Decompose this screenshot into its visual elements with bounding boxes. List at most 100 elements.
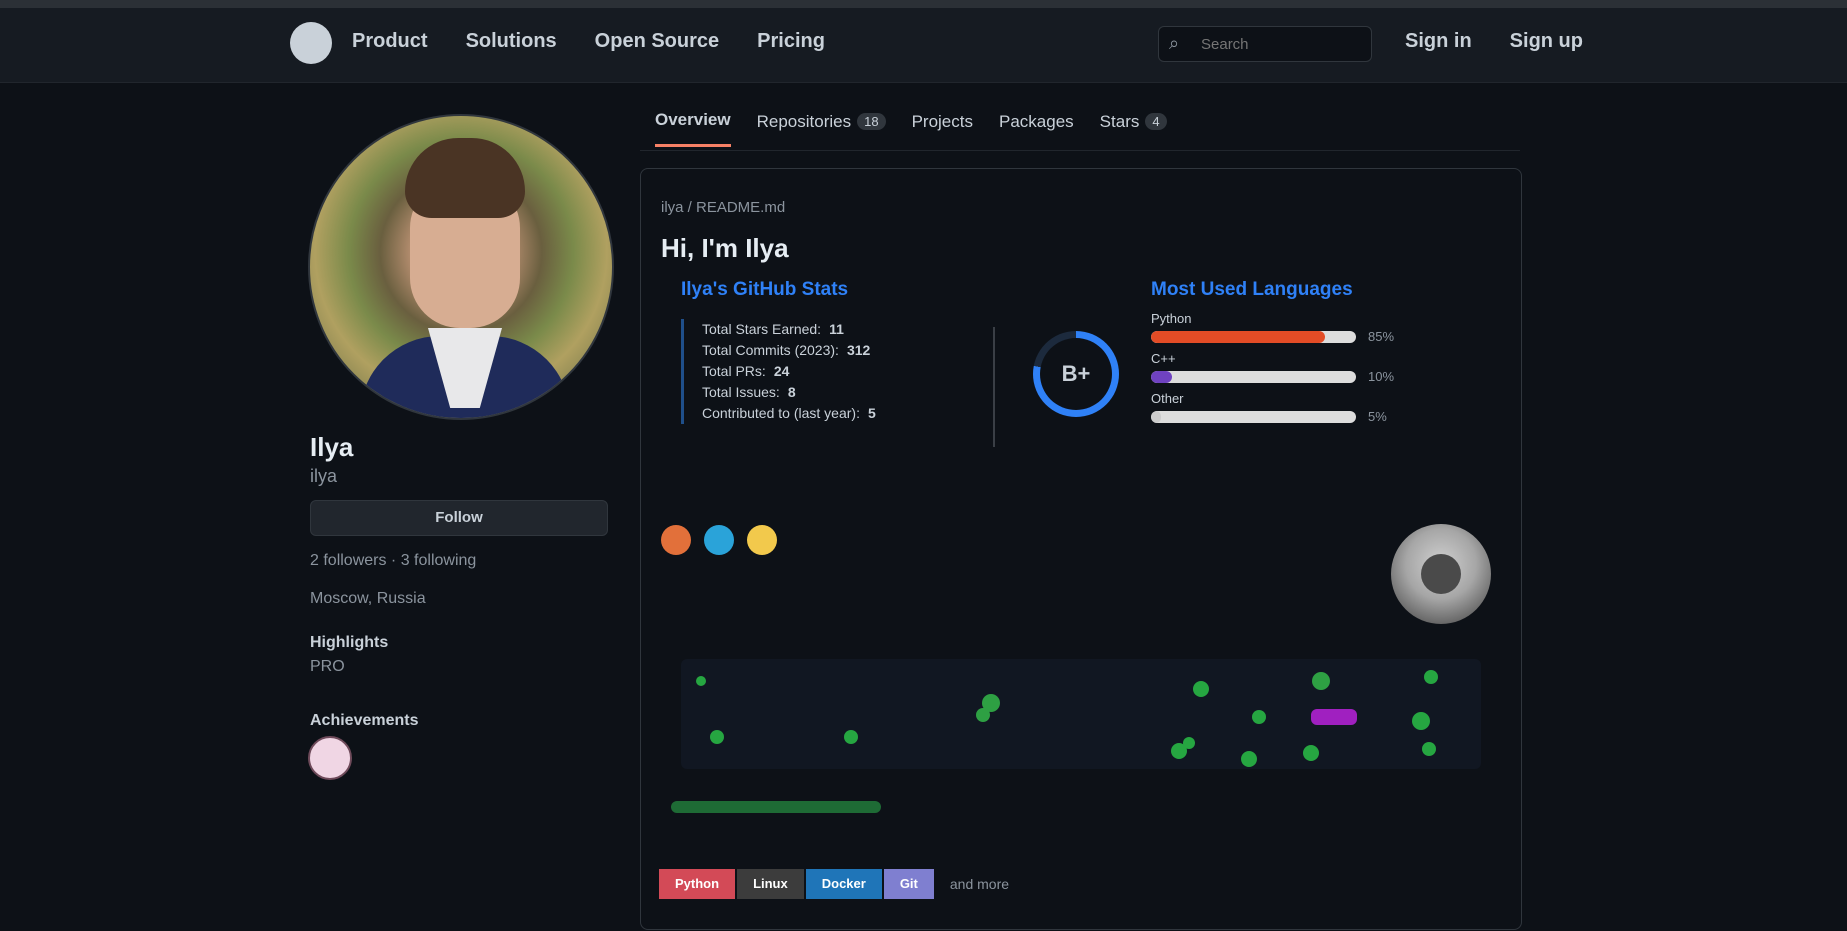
lang-fill xyxy=(1151,330,1326,343)
rank-ring: B+ xyxy=(1033,331,1119,417)
octocat-icon xyxy=(1391,524,1491,624)
skills-more: and more xyxy=(949,876,1010,892)
profile-tabs: Overview Repositories 18 Projects Packag… xyxy=(655,110,1167,147)
nav-pricing[interactable]: Pricing xyxy=(757,30,825,53)
window-top-strip xyxy=(0,0,1847,8)
achievement-badge-icon[interactable] xyxy=(308,736,352,780)
stats-row: Total Commits (2023): 312 xyxy=(702,340,876,361)
nav-product[interactable]: Product xyxy=(352,30,428,53)
contribution-dot xyxy=(696,676,706,686)
stats-value: 11 xyxy=(829,321,844,337)
lang-track xyxy=(1151,330,1356,343)
telegram-icon[interactable] xyxy=(704,525,734,555)
octocat-center xyxy=(1421,554,1461,594)
contribution-dot xyxy=(1303,745,1319,761)
stats-title: Ilya's GitHub Stats xyxy=(681,279,849,300)
tab-repositories-count: 18 xyxy=(857,113,886,130)
contribution-dot xyxy=(1312,672,1330,690)
lang-name: Python xyxy=(1151,311,1192,326)
profile-login: ilya xyxy=(310,466,338,486)
sign-up-link[interactable]: Sign up xyxy=(1510,30,1583,53)
tab-projects-label: Projects xyxy=(911,111,973,131)
lang-name: Other xyxy=(1151,391,1184,406)
tab-stars-label: Stars xyxy=(1099,111,1140,131)
search-input[interactable] xyxy=(1199,31,1363,57)
stats-label: Total Stars Earned: xyxy=(702,321,822,337)
github-logo-icon[interactable] xyxy=(290,22,332,64)
contribution-dot xyxy=(976,708,990,722)
contribution-dot xyxy=(1252,710,1266,724)
contribution-progress-bar xyxy=(671,801,881,813)
stats-list: Total Stars Earned: 11 Total Commits (202… xyxy=(681,319,876,424)
lang-row: 5% xyxy=(1151,409,1387,424)
followers-info[interactable]: 2 followers · 3 following xyxy=(310,552,476,570)
stats-value: 5 xyxy=(867,405,876,421)
tab-overview[interactable]: Overview xyxy=(655,110,731,147)
snake-segment xyxy=(1311,709,1357,725)
nav-open-source[interactable]: Open Source xyxy=(595,30,719,53)
contribution-dot xyxy=(1424,670,1438,684)
stats-row: Total Issues: 8 xyxy=(702,382,876,403)
lang-track xyxy=(1151,410,1356,423)
skill-badge: Python xyxy=(659,869,736,899)
tab-repositories-label: Repositories xyxy=(756,111,852,131)
gitlab-icon[interactable] xyxy=(661,525,691,555)
follow-button[interactable]: Follow xyxy=(310,500,608,536)
nav-solutions[interactable]: Solutions xyxy=(466,30,557,53)
highlights-title: Highlights xyxy=(310,634,389,651)
tab-overview-label: Overview xyxy=(655,110,731,129)
skill-badge: Git xyxy=(883,869,934,899)
readme-heading: Hi, I'm Ilya xyxy=(661,233,789,263)
lang-percent: 10% xyxy=(1368,369,1395,384)
tab-stars[interactable]: Stars 4 xyxy=(1100,110,1167,147)
lang-fill xyxy=(1151,410,1162,423)
github-stats-card: Ilya's GitHub Stats Total Stars Earned: 1… xyxy=(681,279,1121,479)
tab-packages[interactable]: Packages xyxy=(999,110,1074,147)
stats-value: 8 xyxy=(787,384,796,400)
lang-fill xyxy=(1151,370,1172,383)
avatar-hair xyxy=(405,138,525,218)
skill-badge: Docker xyxy=(805,869,882,899)
contribution-dot xyxy=(1422,742,1436,756)
top-navigation-bar: Product Solutions Open Source Pricing ⌕ … xyxy=(0,0,1847,83)
highlight-item: PRO xyxy=(310,658,345,675)
profile-name: Ilya xyxy=(310,432,354,462)
tab-projects[interactable]: Projects xyxy=(912,110,973,147)
search-icon: ⌕ xyxy=(1169,33,1180,53)
sign-in-link[interactable]: Sign in xyxy=(1405,30,1472,53)
languages-card: Most Used Languages Python 85% C++ 10% O… xyxy=(1151,279,1451,479)
readme-path[interactable]: ilya / README.md xyxy=(661,199,785,216)
contribution-dot xyxy=(710,730,724,744)
contribution-snake-graph xyxy=(681,659,1481,769)
skill-badge: Linux xyxy=(737,869,804,899)
rank-label: B+ xyxy=(1040,338,1112,410)
stats-label: Total Commits (2023): xyxy=(702,342,839,358)
tab-packages-label: Packages xyxy=(999,111,1074,131)
stats-row: Total PRs: 24 xyxy=(702,361,876,382)
stats-value: 312 xyxy=(846,342,871,358)
lang-row: 85% xyxy=(1151,329,1394,344)
contribution-dots xyxy=(696,670,1438,767)
search-box[interactable]: ⌕ xyxy=(1158,26,1372,62)
lang-name: C++ xyxy=(1151,351,1176,366)
stats-value: 24 xyxy=(773,363,790,379)
yandex-icon[interactable] xyxy=(747,525,777,555)
stats-label: Contributed to (last year): xyxy=(702,405,860,421)
skills-badges: Python Linux Docker Git and more xyxy=(659,869,1009,899)
contribution-dot xyxy=(1193,681,1209,697)
lang-track xyxy=(1151,370,1356,383)
lang-percent: 5% xyxy=(1368,409,1387,424)
profile-avatar[interactable] xyxy=(308,114,614,420)
tab-stars-count: 4 xyxy=(1145,113,1167,130)
contribution-graph-svg xyxy=(696,670,1438,767)
languages-title: Most Used Languages xyxy=(1151,279,1353,300)
contribution-dot xyxy=(1241,751,1257,767)
readme-card: ilya / README.md Hi, I'm Ilya Ilya's Git… xyxy=(640,168,1522,930)
lang-percent: 85% xyxy=(1368,329,1395,344)
tab-repositories[interactable]: Repositories 18 xyxy=(757,110,886,147)
stats-label: Total PRs: xyxy=(702,363,766,379)
location-info: Moscow, Russia xyxy=(310,590,426,607)
stats-divider xyxy=(993,327,995,447)
contribution-dot xyxy=(1183,737,1195,749)
contribution-dot xyxy=(1412,712,1430,730)
